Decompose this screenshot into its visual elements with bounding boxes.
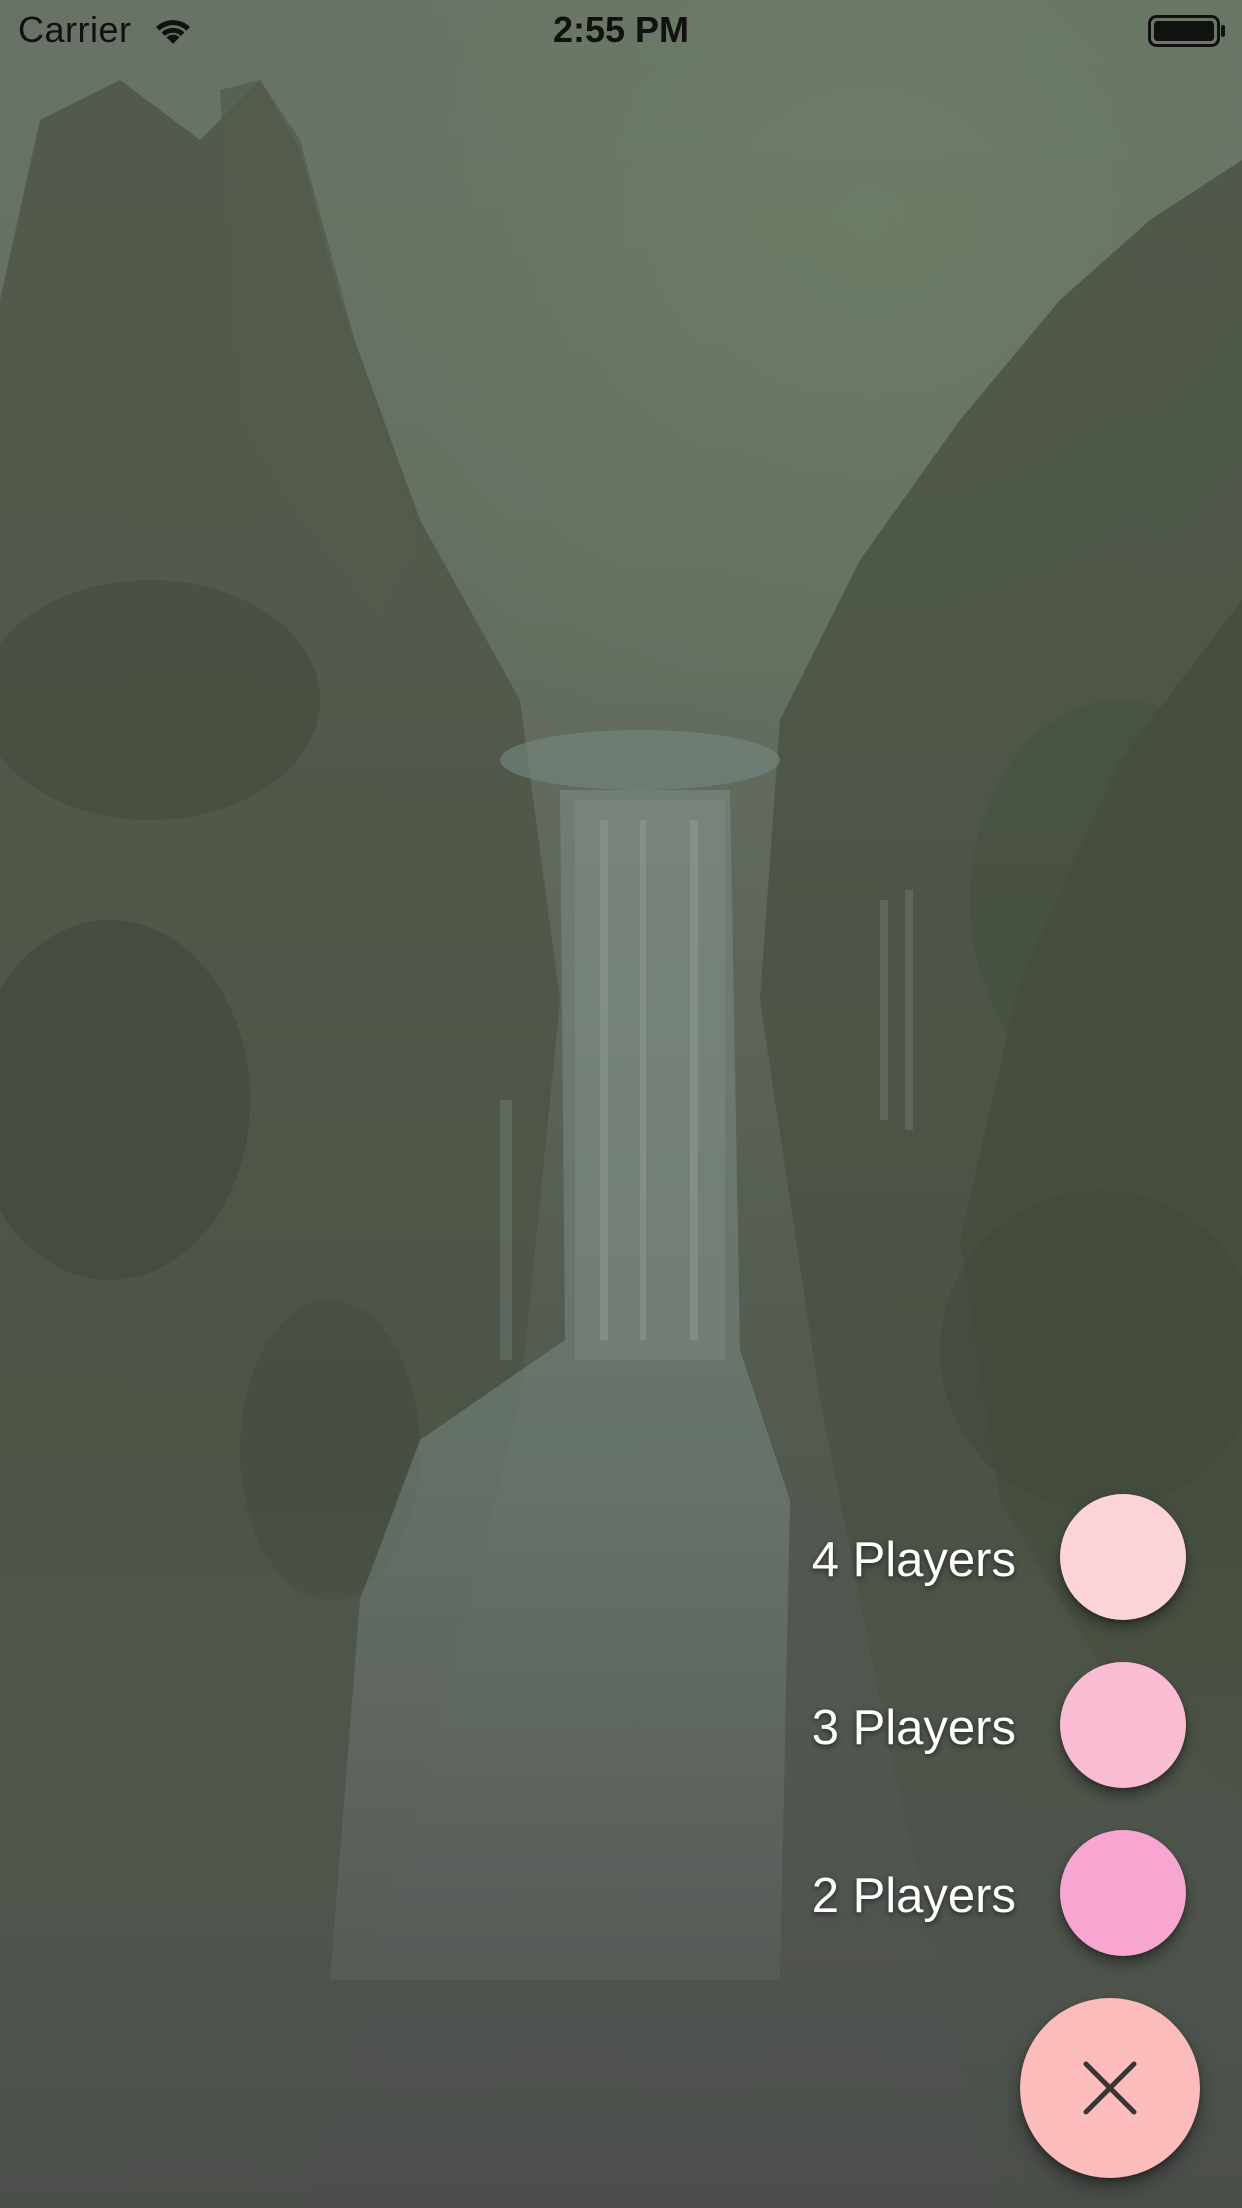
status-bar: Carrier 2:55 PM	[0, 0, 1242, 60]
option-label-2-players[interactable]: 2 Players	[812, 1868, 1016, 1924]
option-label-4-players[interactable]: 4 Players	[812, 1532, 1016, 1588]
clock-time: 2:55 PM	[552, 9, 690, 50]
option-button-4-players[interactable]	[1060, 1494, 1186, 1620]
speed-dial-option-2-players[interactable]: 2 Players	[742, 1830, 1242, 1960]
speed-dial-option-3-players[interactable]: 3 Players	[742, 1662, 1242, 1792]
battery-icon	[1148, 15, 1225, 47]
option-label-3-players[interactable]: 3 Players	[812, 1700, 1016, 1756]
app-screen: Carrier 2:55 PM 4 Players 3 Players 2 Pl…	[0, 0, 1242, 2208]
option-button-2-players[interactable]	[1060, 1830, 1186, 1956]
speed-dial-option-4-players[interactable]: 4 Players	[742, 1494, 1242, 1624]
close-icon	[1083, 2061, 1137, 2115]
close-speed-dial-button[interactable]	[1020, 1998, 1200, 2178]
option-button-3-players[interactable]	[1060, 1662, 1186, 1788]
